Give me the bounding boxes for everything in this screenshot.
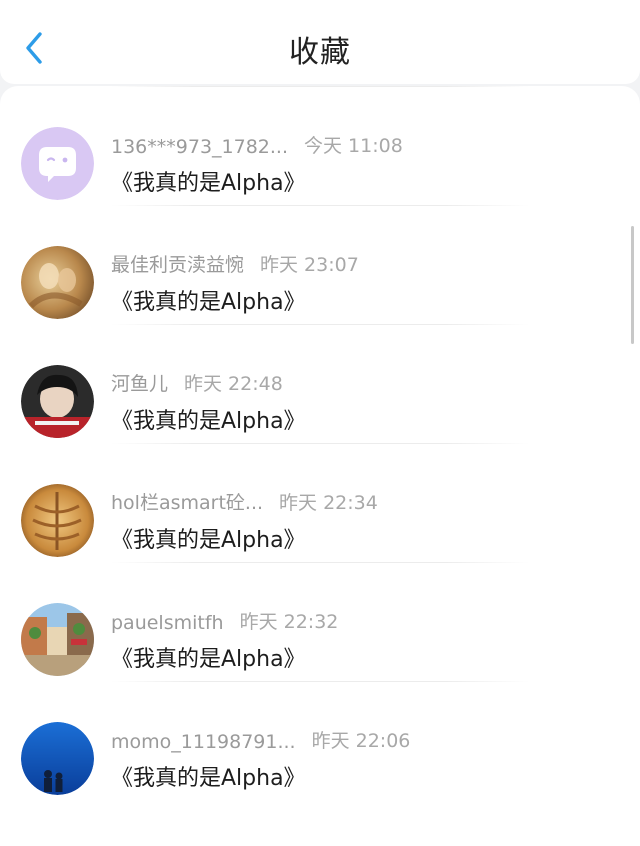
list-item[interactable]: 136***973_1782... 今天 11:08 《我真的是Alpha》 [0, 86, 640, 204]
list-item[interactable]: 最佳利贡渎益惋 昨天 23:07 《我真的是Alpha》 [0, 205, 640, 323]
username[interactable]: 河鱼儿 [111, 369, 168, 396]
avatar[interactable] [21, 365, 94, 438]
photo-avatar-icon [21, 484, 94, 557]
favorite-title[interactable]: 《我真的是Alpha》 [111, 641, 306, 673]
timestamp: 昨天 22:32 [239, 611, 339, 633]
timestamp: 昨天 23:07 [260, 254, 359, 276]
divider [110, 562, 530, 563]
favorite-title[interactable]: 《我真的是Alpha》 [111, 760, 306, 792]
favorite-title[interactable]: 《我真的是Alpha》 [111, 165, 306, 197]
item-meta: pauelsmitfh 昨天 22:32 [111, 607, 338, 634]
username[interactable]: pauelsmitfh [111, 612, 224, 634]
divider [110, 681, 530, 682]
item-meta: 最佳利贡渎益惋 昨天 23:07 [111, 250, 359, 277]
list-item[interactable]: pauelsmitfh 昨天 22:32 《我真的是Alpha》 [0, 562, 640, 680]
avatar[interactable] [21, 246, 94, 319]
scrollbar[interactable] [631, 226, 634, 344]
divider [110, 324, 530, 325]
favorite-title[interactable]: 《我真的是Alpha》 [111, 403, 306, 435]
item-meta: hol栏asmart砼... 昨天 22:34 [111, 488, 378, 515]
username[interactable]: 136***973_1782... [111, 136, 288, 158]
favorite-title[interactable]: 《我真的是Alpha》 [111, 522, 306, 554]
top-bar: 收藏 [0, 0, 640, 84]
list-item[interactable]: momo_11198791... 昨天 22:06 《我真的是Alpha》 [0, 681, 640, 799]
photo-avatar-icon [21, 603, 94, 676]
item-meta: 136***973_1782... 今天 11:08 [111, 131, 403, 158]
photo-avatar-icon [21, 246, 94, 319]
timestamp: 今天 11:08 [304, 135, 403, 157]
item-meta: momo_11198791... 昨天 22:06 [111, 726, 410, 753]
page-title: 收藏 [289, 35, 351, 70]
timestamp: 昨天 22:06 [311, 730, 411, 752]
avatar[interactable] [21, 603, 94, 676]
divider [110, 443, 530, 444]
timestamp: 昨天 22:34 [279, 492, 378, 514]
list-item[interactable]: 河鱼儿 昨天 22:48 《我真的是Alpha》 [0, 324, 640, 442]
avatar[interactable] [21, 484, 94, 557]
username[interactable]: 最佳利贡渎益惋 [111, 250, 244, 277]
divider [110, 86, 530, 87]
username[interactable]: momo_11198791... [111, 731, 296, 753]
item-meta: 河鱼儿 昨天 22:48 [111, 369, 283, 396]
timestamp: 昨天 22:48 [184, 373, 283, 395]
favorite-title[interactable]: 《我真的是Alpha》 [111, 284, 306, 316]
avatar[interactable] [21, 722, 94, 795]
divider [110, 205, 530, 206]
photo-avatar-icon [21, 722, 94, 795]
username[interactable]: hol栏asmart砼... [111, 488, 263, 515]
chat-bubble-avatar-icon [21, 127, 94, 200]
list-item[interactable]: hol栏asmart砼... 昨天 22:34 《我真的是Alpha》 [0, 443, 640, 561]
photo-avatar-icon [21, 365, 94, 438]
favorites-list: 136***973_1782... 今天 11:08 《我真的是Alpha》 最… [0, 86, 640, 846]
avatar[interactable] [21, 127, 94, 200]
